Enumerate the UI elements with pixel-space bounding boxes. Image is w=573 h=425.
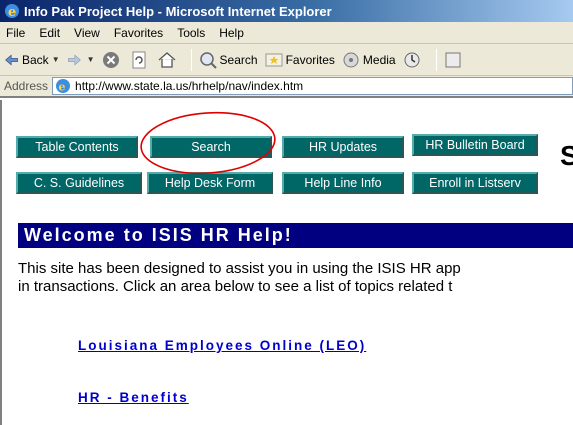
back-arrow-icon: [5, 54, 18, 65]
toolbar-separator: [190, 48, 192, 71]
forward-button[interactable]: ▼: [66, 50, 95, 70]
intro-line: in transactions. Click an area below to …: [18, 278, 453, 295]
menu-help[interactable]: Help: [219, 26, 244, 40]
refresh-button[interactable]: [129, 50, 151, 70]
title-bar: e Info Pak Project Help - Microsoft Inte…: [0, 0, 573, 22]
toolbar-separator: [435, 48, 437, 71]
link-hr-benefits[interactable]: HR - Benefits: [78, 390, 189, 405]
stop-button[interactable]: [101, 50, 123, 70]
favorites-label: Favorites: [285, 52, 335, 67]
nav-enroll-listserv-button[interactable]: Enroll in Listserv: [412, 172, 538, 194]
intro-line: This site has been designed to assist yo…: [18, 260, 461, 277]
svg-text:e: e: [8, 5, 16, 19]
address-label: Address: [4, 79, 49, 93]
history-button[interactable]: [402, 50, 424, 70]
menu-file[interactable]: File: [6, 26, 25, 40]
nav-help-line-info-button[interactable]: Help Line Info: [282, 172, 404, 194]
media-button[interactable]: Media: [341, 50, 396, 70]
history-icon: [404, 52, 420, 67]
media-icon: [343, 52, 359, 67]
window-title: Info Pak Project Help - Microsoft Intern…: [24, 3, 332, 19]
refresh-icon: [132, 51, 146, 68]
menu-favorites[interactable]: Favorites: [114, 26, 163, 40]
nav-search-button[interactable]: Search: [150, 136, 272, 158]
search-label: Search: [219, 52, 258, 67]
stop-icon: [102, 51, 119, 68]
nav-hr-bulletin-board-button[interactable]: HR Bulletin Board: [412, 134, 538, 156]
address-input[interactable]: e http://www.state.la.us/hrhelp/nav/inde…: [52, 77, 573, 95]
welcome-banner: Welcome to ISIS HR Help!: [18, 223, 573, 248]
back-button[interactable]: Back ▼: [4, 50, 60, 70]
menu-bar: File Edit View Favorites Tools Help: [0, 22, 573, 44]
mail-button[interactable]: [443, 50, 465, 70]
nav-help-desk-form-button[interactable]: Help Desk Form: [147, 172, 273, 194]
media-label: Media: [362, 52, 396, 67]
ie-logo-icon: e: [5, 4, 19, 19]
search-button[interactable]: Search: [198, 50, 258, 70]
page-heading-fragment: S: [560, 140, 573, 172]
search-icon: [199, 51, 217, 69]
page-content: Table Contents Search HR Updates HR Bull…: [0, 100, 573, 425]
home-button[interactable]: [157, 50, 179, 70]
nav-cs-guidelines-button[interactable]: C. S. Guidelines: [16, 172, 142, 194]
mail-icon: [445, 52, 461, 67]
forward-arrow-icon: [67, 54, 81, 65]
home-icon: [158, 51, 175, 68]
favorites-star-icon: [265, 53, 283, 66]
nav-hr-updates-button[interactable]: HR Updates: [282, 136, 404, 158]
toolbar: Back ▼ ▼ Search Favorites Media: [0, 44, 573, 76]
link-leo[interactable]: Louisiana Employees Online (LEO): [78, 338, 366, 353]
favorites-button[interactable]: Favorites: [264, 50, 335, 70]
menu-edit[interactable]: Edit: [39, 26, 60, 40]
menu-view[interactable]: View: [74, 26, 100, 40]
page-icon: e: [56, 79, 71, 94]
forward-dropdown-icon[interactable]: ▼: [87, 55, 95, 64]
nav-table-contents-button[interactable]: Table Contents: [16, 136, 138, 158]
address-url: http://www.state.la.us/hrhelp/nav/index.…: [75, 79, 304, 93]
address-bar: Address e http://www.state.la.us/hrhelp/…: [0, 76, 573, 98]
back-label: Back: [22, 52, 49, 67]
menu-tools[interactable]: Tools: [177, 26, 205, 40]
back-dropdown-icon[interactable]: ▼: [52, 55, 60, 64]
intro-text: This site has been designed to assist yo…: [18, 260, 573, 296]
svg-text:e: e: [59, 81, 66, 94]
